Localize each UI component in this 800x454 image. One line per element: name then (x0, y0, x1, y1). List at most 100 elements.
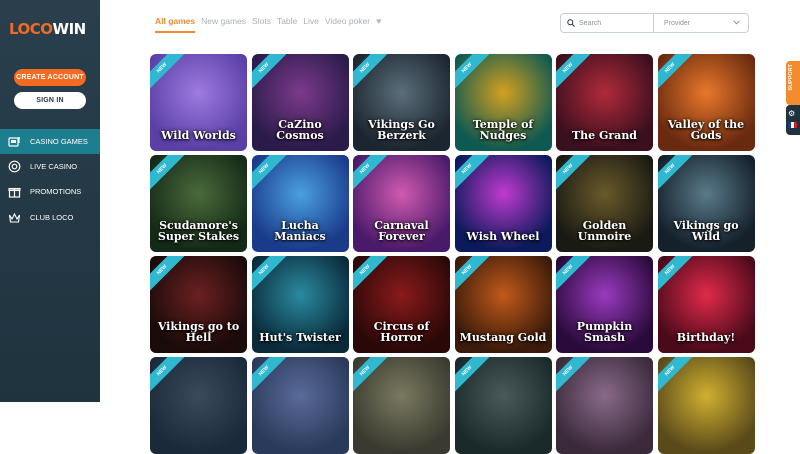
new-badge: NEW (251, 54, 291, 95)
game-title: Vikings Go Berzerk (368, 118, 435, 142)
slot-machine-icon (7, 135, 21, 149)
game-tile[interactable]: NEW Vikings go to Hell (150, 256, 247, 353)
tab-live[interactable]: Live (303, 16, 319, 33)
new-badge: NEW (150, 357, 189, 398)
game-tile[interactable]: NEW Birthday! (657, 256, 755, 353)
new-badge: NEW (556, 155, 595, 196)
new-badge: NEW (353, 54, 392, 95)
provider-select[interactable]: Provider (654, 14, 748, 32)
game-tile[interactable]: NEW Lucha Maniacs (251, 155, 349, 252)
game-tile[interactable]: NEW Vikings go Wild (657, 155, 755, 252)
game-title: Wish Wheel (466, 230, 540, 243)
tab-slots[interactable]: Slots (252, 16, 271, 33)
language-tab[interactable]: ⚙ (786, 105, 800, 135)
nav-item-club-loco[interactable]: CLUB LOCO (0, 205, 100, 230)
game-title: Circus of Horror (373, 320, 430, 344)
game-title: CaZino Cosmos (276, 118, 324, 142)
nav-label: PROMOTIONS (30, 187, 82, 196)
support-tab[interactable]: SUPPORT (786, 61, 800, 105)
new-badge: NEW (454, 54, 494, 95)
new-badge: NEW (556, 54, 595, 95)
tab-video-poker[interactable]: Video poker (325, 16, 370, 33)
game-title: Hut's Twister (259, 331, 341, 344)
new-badge: NEW (251, 155, 291, 196)
game-tile[interactable]: NEW Vikings Go Berzerk (353, 54, 450, 151)
tab-new-games[interactable]: New games (201, 16, 246, 33)
new-badge: NEW (353, 155, 392, 196)
game-title: Scudamore's Super Stakes (157, 219, 240, 243)
chevron-down-icon (733, 19, 740, 27)
new-badge: NEW (657, 256, 697, 297)
game-tile[interactable]: NEW (251, 357, 349, 454)
game-tile[interactable]: NEW (353, 357, 450, 454)
new-badge: NEW (251, 357, 291, 398)
crown-icon (7, 211, 21, 225)
logo-text-right: WIN (52, 20, 87, 38)
settings-icon: ⚙ (788, 109, 796, 118)
provider-placeholder: Provider (664, 19, 691, 27)
game-tile[interactable]: NEW Temple of Nudges (454, 54, 552, 151)
gift-icon (7, 185, 21, 199)
game-title: Birthday! (676, 331, 736, 344)
game-tile[interactable]: NEW Pumpkin Smash (556, 256, 653, 353)
new-badge: NEW (150, 155, 189, 196)
new-badge: NEW (556, 357, 595, 398)
sign-in-button[interactable]: SIGN IN (14, 92, 86, 109)
game-tile[interactable]: NEW (454, 357, 552, 454)
sidebar: LOCO WIN CREATE ACCOUNT SIGN IN CASINO GA… (0, 0, 100, 402)
create-account-button[interactable]: CREATE ACCOUNT (14, 69, 86, 86)
favorites-heart-icon[interactable]: ♥ (376, 16, 381, 33)
nav-label: CLUB LOCO (30, 213, 74, 222)
new-badge: NEW (657, 54, 697, 95)
game-title: Lucha Maniacs (274, 219, 326, 243)
game-tile[interactable]: NEW CaZino Cosmos (251, 54, 349, 151)
game-title: Wild Worlds (161, 129, 236, 142)
nav-label: LIVE CASINO (30, 162, 78, 171)
game-tile[interactable]: NEW Valley of the Gods (657, 54, 755, 151)
game-tile[interactable]: NEW Hut's Twister (251, 256, 349, 353)
new-badge: NEW (353, 256, 392, 297)
search-bar: Provider (560, 13, 749, 33)
nav-item-promotions[interactable]: PROMOTIONS (0, 179, 100, 204)
nav-item-casino-games[interactable]: CASINO GAMES (0, 129, 100, 154)
game-title: Vikings go to Hell (157, 320, 240, 344)
game-tile[interactable]: NEW The Grand (556, 54, 653, 151)
support-label: SUPPORT (788, 64, 794, 91)
search-icon (567, 14, 575, 32)
game-tile[interactable]: NEW (556, 357, 653, 454)
game-tile[interactable]: NEW Carnaval Forever (353, 155, 450, 252)
new-badge: NEW (556, 256, 595, 297)
new-badge: NEW (353, 357, 392, 398)
logo-text-left: LOCO (9, 20, 53, 38)
nav-label: CASINO GAMES (30, 137, 88, 146)
tab-all-games[interactable]: All games (155, 16, 196, 33)
game-tile[interactable]: NEW Circus of Horror (353, 256, 450, 353)
chip-icon (7, 160, 21, 174)
game-tile[interactable]: NEW (657, 357, 755, 454)
new-badge: NEW (150, 256, 189, 297)
game-title: Mustang Gold (459, 331, 547, 344)
new-badge: NEW (454, 357, 494, 398)
new-badge: NEW (251, 256, 291, 297)
brand-logo[interactable]: LOCO WIN (9, 18, 93, 40)
flag-icon (788, 122, 797, 128)
game-title: Vikings go Wild (673, 219, 739, 243)
tab-table[interactable]: Table (277, 16, 297, 33)
game-title: Carnaval Forever (374, 219, 429, 243)
new-badge: NEW (657, 155, 697, 196)
game-tile[interactable]: NEW Scudamore's Super Stakes (150, 155, 247, 252)
new-badge: NEW (150, 54, 189, 95)
nav-item-live-casino[interactable]: LIVE CASINO (0, 154, 100, 179)
game-tile[interactable]: NEW Golden Unmoire (556, 155, 653, 252)
search-input[interactable] (579, 19, 649, 27)
game-title: Pumpkin Smash (576, 320, 633, 344)
game-title: Temple of Nudges (472, 118, 534, 142)
game-title: Golden Unmoire (577, 219, 632, 243)
game-category-tabs: All games New games Slots Table Live Vid… (155, 16, 381, 33)
game-title: Valley of the Gods (667, 118, 745, 142)
new-badge: NEW (454, 155, 494, 196)
game-tile[interactable]: NEW Wish Wheel (454, 155, 552, 252)
game-tile[interactable]: NEW (150, 357, 247, 454)
game-tile[interactable]: NEW Mustang Gold (454, 256, 552, 353)
game-tile[interactable]: NEW Wild Worlds (150, 54, 247, 151)
